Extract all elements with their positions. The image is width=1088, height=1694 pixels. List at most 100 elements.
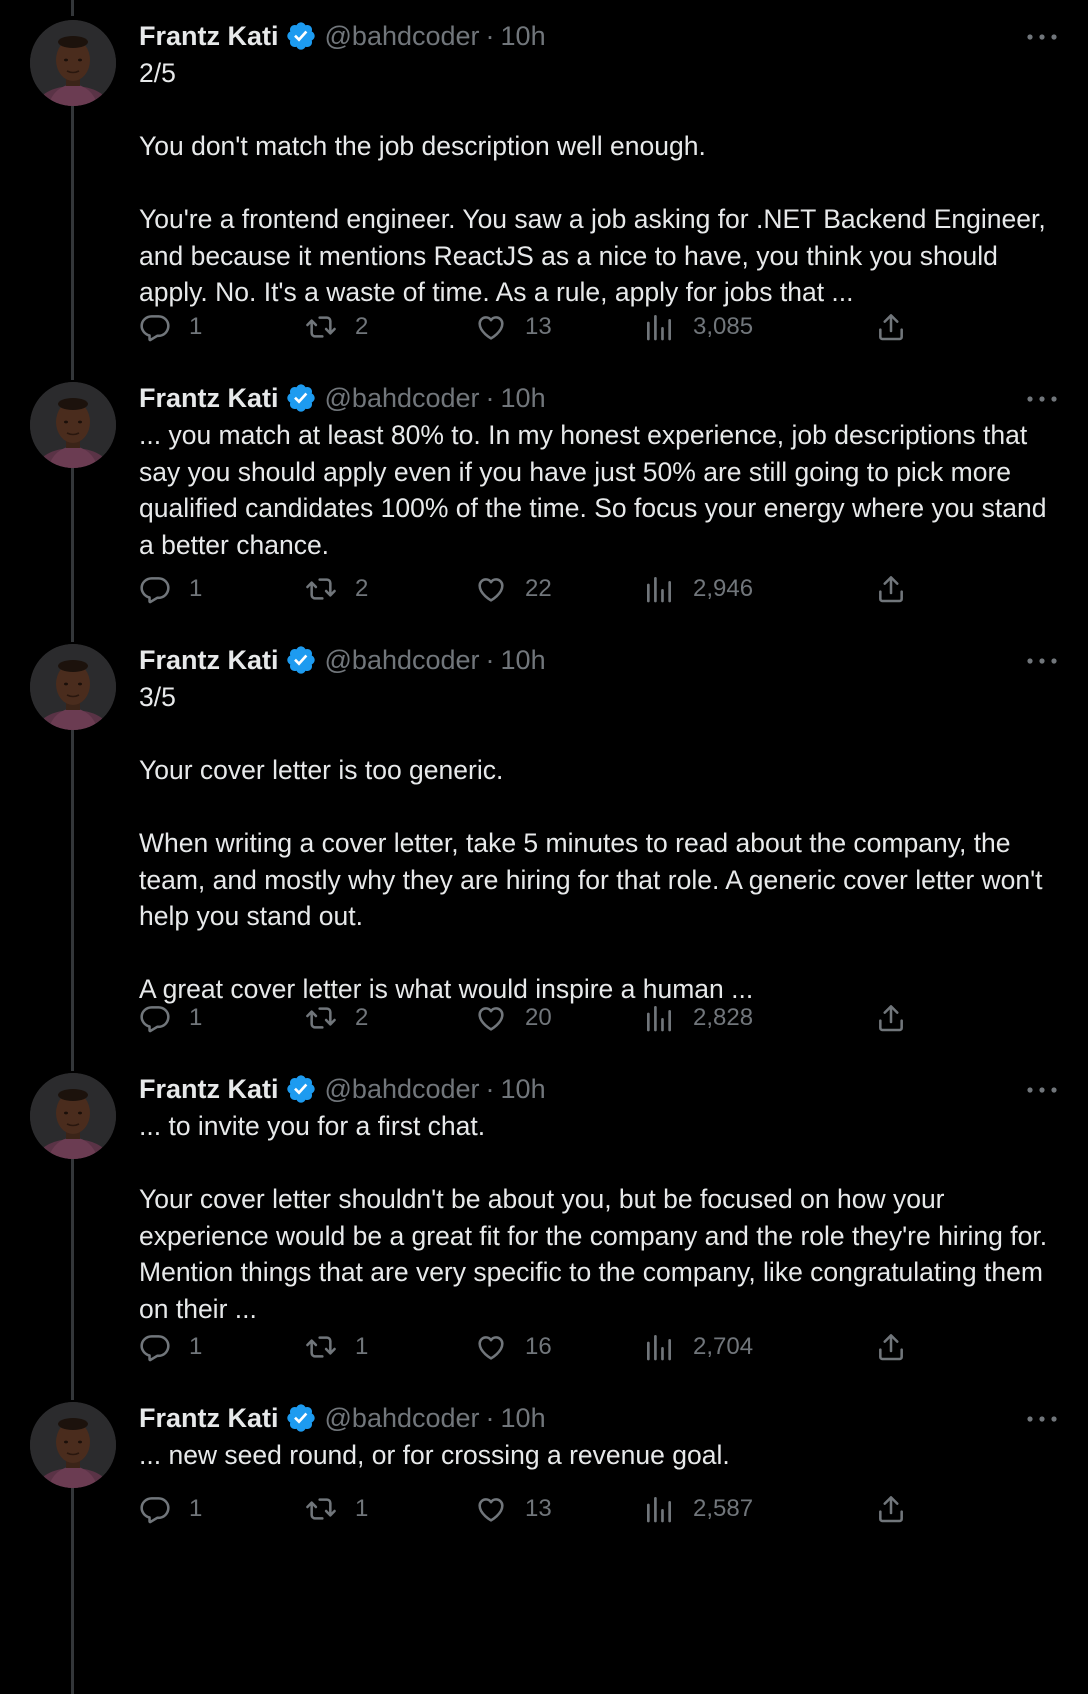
views-count: 2,946 (693, 575, 754, 602)
author-handle[interactable]: @bahdcoder (325, 19, 480, 53)
share-icon (875, 573, 907, 605)
retweet-count: 1 (355, 1333, 369, 1360)
tweet-timestamp[interactable]: 10h (501, 643, 546, 677)
reply-count: 1 (189, 313, 203, 340)
heart-icon (475, 1002, 507, 1034)
thread-line (71, 100, 74, 380)
tweet-actions: 1 1 16 2,704 (139, 1329, 919, 1365)
more-options-icon[interactable] (1024, 30, 1060, 42)
reply-count: 1 (189, 1004, 203, 1031)
author-handle[interactable]: @bahdcoder (325, 1072, 480, 1106)
verified-badge-icon (285, 1402, 317, 1434)
thread-line (71, 468, 74, 642)
like-button[interactable]: 13 (475, 1491, 552, 1527)
reply-count: 1 (189, 1333, 203, 1360)
like-count: 13 (525, 1495, 552, 1522)
tweet-text: ... to invite you for a first chat. Your… (139, 1111, 1048, 1324)
verified-badge-icon (285, 20, 317, 52)
tweet-timestamp[interactable]: 10h (501, 1401, 546, 1435)
retweet-button[interactable]: 2 (305, 309, 368, 345)
retweet-button[interactable]: 2 (305, 1000, 368, 1036)
thread-line (71, 1488, 74, 1694)
verified-badge-icon (285, 382, 317, 414)
thread-line (71, 0, 74, 16)
tweet-timestamp[interactable]: 10h (501, 381, 546, 415)
author-handle[interactable]: @bahdcoder (325, 643, 480, 677)
author-name[interactable]: Frantz Kati (139, 1072, 279, 1106)
like-button[interactable]: 20 (475, 1000, 552, 1036)
separator-dot: · (485, 1403, 495, 1433)
reply-button[interactable]: 1 (139, 1000, 202, 1036)
retweet-button[interactable]: 1 (305, 1491, 368, 1527)
thread-line (71, 1159, 74, 1400)
views-count: 3,085 (693, 313, 754, 340)
avatar[interactable] (30, 382, 116, 468)
reply-button[interactable]: 1 (139, 1491, 202, 1527)
like-count: 16 (525, 1333, 552, 1360)
thread: Frantz Kati @bahdcoder · 10h 2/5 You don… (0, 0, 1088, 1694)
analytics-icon (643, 573, 675, 605)
avatar[interactable] (30, 644, 116, 730)
reply-count: 1 (189, 1495, 203, 1522)
share-button[interactable] (875, 309, 907, 345)
separator-dot: · (485, 645, 495, 675)
author-name[interactable]: Frantz Kati (139, 643, 279, 677)
separator-dot: · (485, 383, 495, 413)
retweet-button[interactable]: 1 (305, 1329, 368, 1365)
views-button[interactable]: 3,085 (643, 309, 753, 345)
share-icon (875, 1002, 907, 1034)
tweet-text: 2/5 You don't match the job description … (139, 58, 1046, 307)
tweet-header: Frantz Kati @bahdcoder · 10h (139, 19, 546, 53)
author-handle[interactable]: @bahdcoder (325, 381, 480, 415)
avatar[interactable] (30, 20, 116, 106)
verified-badge-icon (285, 1073, 317, 1105)
tweet-actions: 1 2 13 3,085 (139, 309, 919, 345)
analytics-icon (643, 1002, 675, 1034)
analytics-icon (643, 1493, 675, 1525)
reply-icon (139, 1002, 171, 1034)
like-button[interactable]: 13 (475, 309, 552, 345)
views-count: 2,587 (693, 1495, 754, 1522)
author-name[interactable]: Frantz Kati (139, 1401, 279, 1435)
views-count: 2,704 (693, 1333, 754, 1360)
more-options-icon[interactable] (1024, 1083, 1060, 1095)
author-name[interactable]: Frantz Kati (139, 381, 279, 415)
retweet-icon (305, 1002, 337, 1034)
author-name[interactable]: Frantz Kati (139, 19, 279, 53)
tweet-timestamp[interactable]: 10h (501, 19, 546, 53)
retweet-button[interactable]: 2 (305, 571, 368, 607)
tweet-timestamp[interactable]: 10h (501, 1072, 546, 1106)
tweet-text: ... new seed round, or for crossing a re… (139, 1440, 730, 1470)
tweet-header: Frantz Kati @bahdcoder · 10h (139, 643, 546, 677)
retweet-count: 1 (355, 1495, 369, 1522)
reply-button[interactable]: 1 (139, 309, 202, 345)
avatar[interactable] (30, 1073, 116, 1159)
tweet-actions: 1 2 22 2,946 (139, 571, 919, 607)
share-button[interactable] (875, 1491, 907, 1527)
views-button[interactable]: 2,946 (643, 571, 753, 607)
views-button[interactable]: 2,704 (643, 1329, 753, 1365)
share-button[interactable] (875, 1000, 907, 1036)
retweet-count: 2 (355, 1004, 369, 1031)
share-icon (875, 1331, 907, 1363)
like-button[interactable]: 16 (475, 1329, 552, 1365)
thread-line (71, 730, 74, 1071)
author-handle[interactable]: @bahdcoder (325, 1401, 480, 1435)
views-count: 2,828 (693, 1004, 754, 1031)
heart-icon (475, 311, 507, 343)
reply-icon (139, 573, 171, 605)
reply-button[interactable]: 1 (139, 571, 202, 607)
views-button[interactable]: 2,587 (643, 1491, 753, 1527)
tweet-text: ... you match at least 80% to. In my hon… (139, 420, 1047, 560)
share-button[interactable] (875, 1329, 907, 1365)
reply-button[interactable]: 1 (139, 1329, 202, 1365)
like-button[interactable]: 22 (475, 571, 552, 607)
more-options-icon[interactable] (1024, 1412, 1060, 1424)
more-options-icon[interactable] (1024, 392, 1060, 404)
tweet-header: Frantz Kati @bahdcoder · 10h (139, 381, 546, 415)
more-options-icon[interactable] (1024, 654, 1060, 666)
analytics-icon (643, 1331, 675, 1363)
avatar[interactable] (30, 1402, 116, 1488)
share-button[interactable] (875, 571, 907, 607)
views-button[interactable]: 2,828 (643, 1000, 753, 1036)
